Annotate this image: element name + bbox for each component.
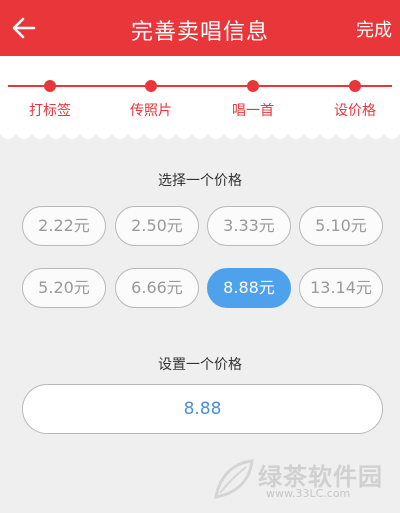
- step-dot: [349, 80, 361, 92]
- custom-price-input[interactable]: 8.88: [22, 384, 383, 434]
- step-label: 传照片: [130, 103, 172, 119]
- progress-steps: 打标签 传照片 唱一首 设价格: [0, 56, 400, 142]
- watermark-logo: 绿茶软件园 www.33LC.com: [210, 455, 390, 507]
- step-label: 唱一首: [232, 103, 274, 119]
- set-price-title: 设置一个价格: [158, 357, 242, 373]
- page-title: 完善卖唱信息: [130, 20, 269, 45]
- step-dot: [145, 80, 157, 92]
- step-label: 打标签: [29, 103, 71, 119]
- choose-price-title: 选择一个价格: [158, 173, 242, 189]
- step-label: 设价格: [334, 103, 376, 119]
- app-header: 完善卖唱信息 完成: [0, 0, 400, 56]
- leaf-logo-icon: [214, 459, 254, 499]
- price-option[interactable]: 5.20元: [22, 268, 106, 308]
- scalloped-divider: [0, 134, 400, 148]
- price-content: 选择一个价格 2.22元 2.50元 3.33元 5.10元 5.20元 6.6…: [0, 148, 400, 513]
- step-dot: [44, 80, 56, 92]
- price-option[interactable]: 3.33元: [207, 206, 291, 246]
- price-option[interactable]: 2.22元: [22, 206, 106, 246]
- step-progress-line: [8, 85, 392, 87]
- price-option[interactable]: 6.66元: [115, 268, 199, 308]
- price-option-selected[interactable]: 8.88元: [207, 268, 291, 308]
- done-button[interactable]: 完成: [356, 16, 392, 42]
- price-option[interactable]: 5.10元: [299, 206, 383, 246]
- price-option[interactable]: 2.50元: [115, 206, 199, 246]
- watermark-url: www.33LC.com: [266, 487, 351, 500]
- price-option[interactable]: 13.14元: [299, 268, 383, 308]
- step-dot: [247, 80, 259, 92]
